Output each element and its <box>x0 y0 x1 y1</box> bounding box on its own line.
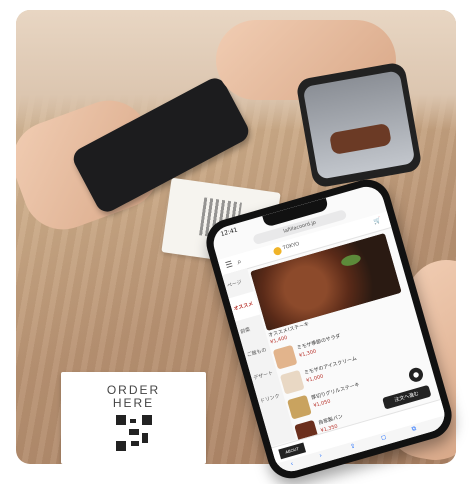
share-icon[interactable]: ⇪ <box>349 442 356 450</box>
food-image <box>328 122 392 156</box>
tabs-icon[interactable]: ⧉ <box>411 425 417 434</box>
search-icon[interactable]: ⌕ <box>236 257 243 268</box>
dish-name: ミモザ季節のサラダ <box>296 333 342 352</box>
shop-name: TOKYO <box>282 241 301 252</box>
cart-icon[interactable]: 🛒 <box>373 217 382 226</box>
dish-thumbnail <box>287 394 312 420</box>
category-item[interactable]: ドリンク <box>255 384 287 414</box>
dish-thumbnail <box>279 369 305 395</box>
held-phone-top <box>295 61 423 189</box>
status-time: 12:41 <box>219 226 239 239</box>
phone-top-screen <box>302 70 416 180</box>
order-card-line2: HERE <box>112 396 155 410</box>
back-icon[interactable]: ‹ <box>290 460 294 467</box>
order-here-card: ORDER HERE <box>61 372 206 464</box>
menu-icon[interactable]: ☰ <box>224 259 233 270</box>
forward-icon[interactable]: › <box>319 452 323 459</box>
garnish <box>339 252 362 268</box>
bookmarks-icon[interactable]: ◻ <box>380 434 387 442</box>
qr-code <box>115 415 152 451</box>
shop-logo <box>272 246 283 257</box>
dish-thumbnail <box>272 344 298 370</box>
